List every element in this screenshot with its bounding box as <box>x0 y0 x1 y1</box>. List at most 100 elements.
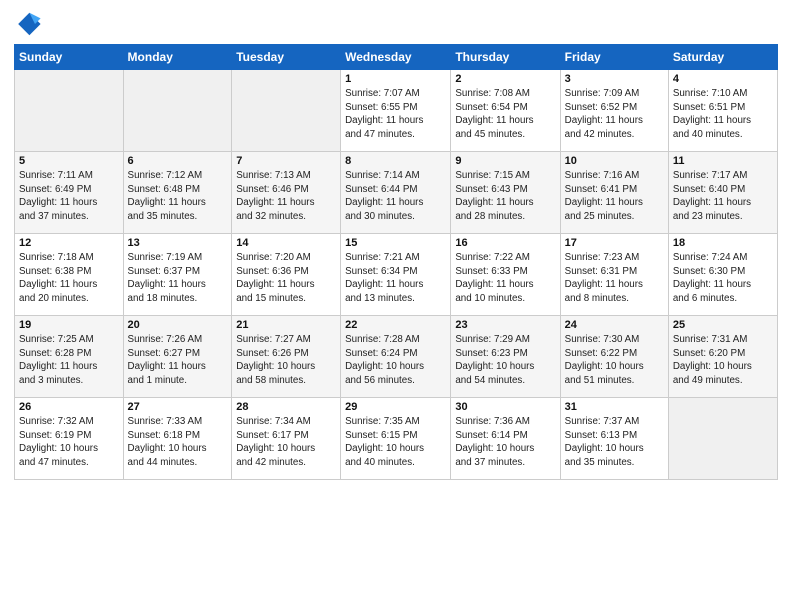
calendar-day-cell: 9 Sunrise: 7:15 AMSunset: 6:43 PMDaylight… <box>451 152 560 234</box>
day-info: Sunrise: 7:17 AMSunset: 6:40 PMDaylight:… <box>673 169 773 224</box>
calendar-week-row: 5 Sunrise: 7:11 AMSunset: 6:49 PMDaylight… <box>15 152 778 234</box>
day-number: 19 <box>19 319 119 331</box>
day-info: Sunrise: 7:26 AMSunset: 6:27 PMDaylight:… <box>128 333 228 388</box>
day-number: 14 <box>236 237 336 249</box>
day-number: 20 <box>128 319 228 331</box>
day-number: 9 <box>455 155 555 167</box>
calendar-day-cell: 19 Sunrise: 7:25 AMSunset: 6:28 PMDayligh… <box>15 316 124 398</box>
day-info: Sunrise: 7:29 AMSunset: 6:23 PMDaylight:… <box>455 333 555 388</box>
calendar-day-cell: 7 Sunrise: 7:13 AMSunset: 6:46 PMDaylight… <box>232 152 341 234</box>
calendar-day-header: Monday <box>123 45 232 70</box>
page: SundayMondayTuesdayWednesdayThursdayFrid… <box>0 0 792 612</box>
calendar-day-cell: 17 Sunrise: 7:23 AMSunset: 6:31 PMDayligh… <box>560 234 668 316</box>
calendar-day-cell: 21Sunrise: 7:27 AMSunset: 6:26 PMDayligh… <box>232 316 341 398</box>
header <box>14 10 778 38</box>
day-info: Sunrise: 7:34 AMSunset: 6:17 PMDaylight:… <box>236 415 336 470</box>
calendar-day-cell: 14 Sunrise: 7:20 AMSunset: 6:36 PMDayligh… <box>232 234 341 316</box>
day-info: Sunrise: 7:33 AMSunset: 6:18 PMDaylight:… <box>128 415 228 470</box>
day-info: Sunrise: 7:21 AMSunset: 6:34 PMDaylight:… <box>345 251 446 306</box>
day-info: Sunrise: 7:28 AMSunset: 6:24 PMDaylight:… <box>345 333 446 388</box>
day-number: 21 <box>236 319 336 331</box>
calendar-day-cell: 2 Sunrise: 7:08 AMSunset: 6:54 PMDaylight… <box>451 70 560 152</box>
day-number: 12 <box>19 237 119 249</box>
calendar-header-row: SundayMondayTuesdayWednesdayThursdayFrid… <box>15 45 778 70</box>
day-number: 18 <box>673 237 773 249</box>
calendar-day-cell: 20 Sunrise: 7:26 AMSunset: 6:27 PMDayligh… <box>123 316 232 398</box>
day-number: 8 <box>345 155 446 167</box>
calendar-day-cell: 3 Sunrise: 7:09 AMSunset: 6:52 PMDaylight… <box>560 70 668 152</box>
calendar-day-cell: 12 Sunrise: 7:18 AMSunset: 6:38 PMDayligh… <box>15 234 124 316</box>
logo <box>14 10 44 38</box>
calendar-day-cell: 25Sunrise: 7:31 AMSunset: 6:20 PMDayligh… <box>668 316 777 398</box>
day-info: Sunrise: 7:08 AMSunset: 6:54 PMDaylight:… <box>455 87 555 142</box>
day-number: 4 <box>673 73 773 85</box>
day-info: Sunrise: 7:32 AMSunset: 6:19 PMDaylight:… <box>19 415 119 470</box>
day-number: 22 <box>345 319 446 331</box>
day-number: 31 <box>565 401 664 413</box>
calendar-day-cell <box>15 70 124 152</box>
calendar-day-cell: 5 Sunrise: 7:11 AMSunset: 6:49 PMDaylight… <box>15 152 124 234</box>
calendar-week-row: 12 Sunrise: 7:18 AMSunset: 6:38 PMDayligh… <box>15 234 778 316</box>
day-info: Sunrise: 7:16 AMSunset: 6:41 PMDaylight:… <box>565 169 664 224</box>
calendar-week-row: 26 Sunrise: 7:32 AMSunset: 6:19 PMDayligh… <box>15 398 778 480</box>
calendar-day-cell: 4Sunrise: 7:10 AMSunset: 6:51 PMDaylight… <box>668 70 777 152</box>
day-number: 11 <box>673 155 773 167</box>
calendar-week-row: 19 Sunrise: 7:25 AMSunset: 6:28 PMDayligh… <box>15 316 778 398</box>
calendar-day-cell: 13Sunrise: 7:19 AMSunset: 6:37 PMDayligh… <box>123 234 232 316</box>
calendar-day-cell: 10 Sunrise: 7:16 AMSunset: 6:41 PMDayligh… <box>560 152 668 234</box>
day-info: Sunrise: 7:37 AMSunset: 6:13 PMDaylight:… <box>565 415 664 470</box>
calendar-day-cell: 30Sunrise: 7:36 AMSunset: 6:14 PMDayligh… <box>451 398 560 480</box>
calendar-day-cell <box>668 398 777 480</box>
day-number: 26 <box>19 401 119 413</box>
calendar-day-header: Saturday <box>668 45 777 70</box>
calendar-day-cell: 27 Sunrise: 7:33 AMSunset: 6:18 PMDayligh… <box>123 398 232 480</box>
calendar-day-cell: 16 Sunrise: 7:22 AMSunset: 6:33 PMDayligh… <box>451 234 560 316</box>
day-number: 10 <box>565 155 664 167</box>
calendar-day-cell: 28Sunrise: 7:34 AMSunset: 6:17 PMDayligh… <box>232 398 341 480</box>
day-info: Sunrise: 7:11 AMSunset: 6:49 PMDaylight:… <box>19 169 119 224</box>
day-number: 7 <box>236 155 336 167</box>
calendar-day-cell: 31 Sunrise: 7:37 AMSunset: 6:13 PMDayligh… <box>560 398 668 480</box>
calendar-day-cell <box>232 70 341 152</box>
logo-icon <box>14 10 42 38</box>
day-info: Sunrise: 7:07 AMSunset: 6:55 PMDaylight:… <box>345 87 446 142</box>
day-number: 2 <box>455 73 555 85</box>
day-info: Sunrise: 7:09 AMSunset: 6:52 PMDaylight:… <box>565 87 664 142</box>
calendar-table: SundayMondayTuesdayWednesdayThursdayFrid… <box>14 44 778 480</box>
day-number: 27 <box>128 401 228 413</box>
day-number: 23 <box>455 319 555 331</box>
calendar-day-header: Thursday <box>451 45 560 70</box>
day-number: 25 <box>673 319 773 331</box>
calendar-day-cell: 8Sunrise: 7:14 AMSunset: 6:44 PMDaylight… <box>341 152 451 234</box>
day-info: Sunrise: 7:15 AMSunset: 6:43 PMDaylight:… <box>455 169 555 224</box>
day-number: 5 <box>19 155 119 167</box>
day-info: Sunrise: 7:23 AMSunset: 6:31 PMDaylight:… <box>565 251 664 306</box>
day-number: 16 <box>455 237 555 249</box>
day-number: 3 <box>565 73 664 85</box>
calendar-day-header: Wednesday <box>341 45 451 70</box>
day-number: 15 <box>345 237 446 249</box>
day-info: Sunrise: 7:35 AMSunset: 6:15 PMDaylight:… <box>345 415 446 470</box>
calendar-day-cell: 6Sunrise: 7:12 AMSunset: 6:48 PMDaylight… <box>123 152 232 234</box>
calendar-day-cell: 1 Sunrise: 7:07 AMSunset: 6:55 PMDaylight… <box>341 70 451 152</box>
calendar-day-cell: 26 Sunrise: 7:32 AMSunset: 6:19 PMDayligh… <box>15 398 124 480</box>
day-number: 6 <box>128 155 228 167</box>
calendar-day-cell: 15 Sunrise: 7:21 AMSunset: 6:34 PMDayligh… <box>341 234 451 316</box>
day-number: 1 <box>345 73 446 85</box>
calendar-day-cell <box>123 70 232 152</box>
calendar-day-header: Tuesday <box>232 45 341 70</box>
day-info: Sunrise: 7:30 AMSunset: 6:22 PMDaylight:… <box>565 333 664 388</box>
day-info: Sunrise: 7:13 AMSunset: 6:46 PMDaylight:… <box>236 169 336 224</box>
day-info: Sunrise: 7:36 AMSunset: 6:14 PMDaylight:… <box>455 415 555 470</box>
day-info: Sunrise: 7:24 AMSunset: 6:30 PMDaylight:… <box>673 251 773 306</box>
calendar-day-header: Sunday <box>15 45 124 70</box>
day-number: 13 <box>128 237 228 249</box>
calendar-day-cell: 18 Sunrise: 7:24 AMSunset: 6:30 PMDayligh… <box>668 234 777 316</box>
day-number: 17 <box>565 237 664 249</box>
day-info: Sunrise: 7:25 AMSunset: 6:28 PMDaylight:… <box>19 333 119 388</box>
calendar-day-cell: 29Sunrise: 7:35 AMSunset: 6:15 PMDayligh… <box>341 398 451 480</box>
calendar-week-row: 1 Sunrise: 7:07 AMSunset: 6:55 PMDaylight… <box>15 70 778 152</box>
day-info: Sunrise: 7:18 AMSunset: 6:38 PMDaylight:… <box>19 251 119 306</box>
day-info: Sunrise: 7:22 AMSunset: 6:33 PMDaylight:… <box>455 251 555 306</box>
day-info: Sunrise: 7:20 AMSunset: 6:36 PMDaylight:… <box>236 251 336 306</box>
